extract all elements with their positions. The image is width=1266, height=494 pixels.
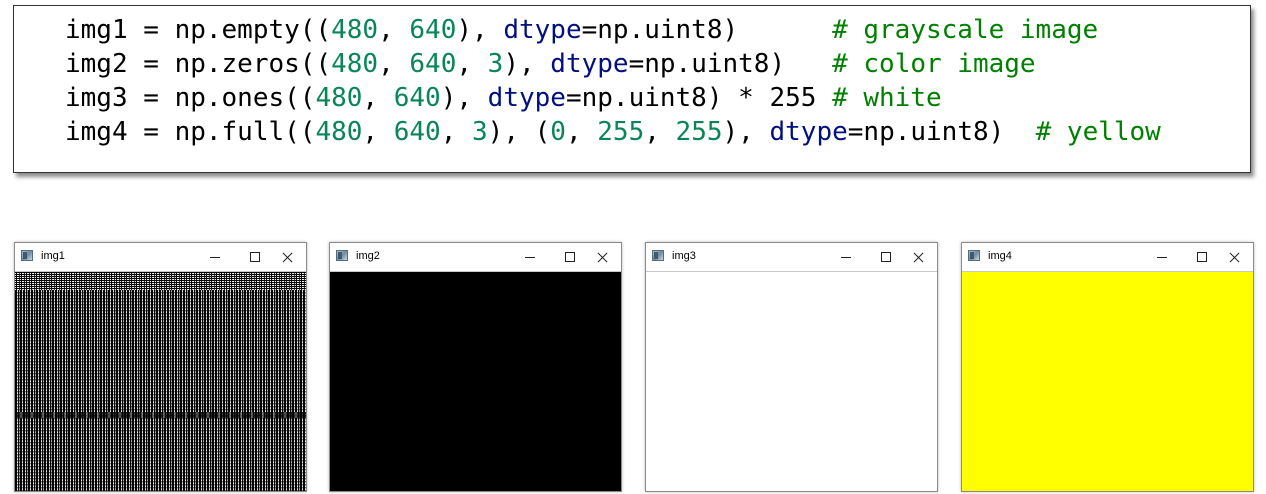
maximize-button[interactable] <box>555 245 585 269</box>
code-token: ), <box>503 49 551 79</box>
code-number: 480 <box>315 83 363 113</box>
code-token: , <box>644 117 676 147</box>
code-comment: # color image <box>832 49 1036 79</box>
window-title: img2 <box>356 250 380 262</box>
code-number: 640 <box>393 117 441 147</box>
code-keyword: dtype <box>550 49 629 79</box>
code-number: 255 <box>675 117 723 147</box>
code-comment: # yellow <box>1035 117 1161 147</box>
code-number: 480 <box>331 15 379 45</box>
maximize-icon <box>565 252 575 262</box>
minimize-icon <box>1157 256 1167 258</box>
code-line: img1 = np.empty((480, 640), dtype=np.uin… <box>65 13 1161 47</box>
noise-top-band <box>15 272 306 290</box>
image-canvas <box>15 271 306 491</box>
window-title: img4 <box>988 250 1012 262</box>
code-block: img1 = np.empty((480, 640), dtype=np.uin… <box>65 13 1161 149</box>
opencv-window-icon <box>968 250 980 261</box>
code-line: img3 = np.ones((480, 640), dtype=np.uint… <box>65 81 1161 115</box>
maximize-icon <box>1197 252 1207 262</box>
minimize-icon <box>210 256 220 258</box>
code-number: 3 <box>472 117 488 147</box>
window-titlebar[interactable]: img1 <box>15 243 306 271</box>
minimize-button[interactable] <box>831 245 861 269</box>
code-token: , <box>362 83 394 113</box>
minimize-button[interactable] <box>515 245 545 269</box>
opencv-window-icon <box>21 250 33 261</box>
window-titlebar[interactable]: img4 <box>962 243 1253 271</box>
window-img4[interactable]: img4 <box>961 242 1254 492</box>
opencv-window-icon <box>652 250 664 261</box>
code-token: , <box>440 117 473 147</box>
image-canvas <box>962 271 1253 491</box>
window-img3[interactable]: img3 <box>645 242 938 492</box>
noise-mid-band <box>15 412 306 418</box>
code-keyword: dtype <box>769 117 848 147</box>
code-number: 0 <box>550 117 566 147</box>
code-token: =np.uint8) * 255 <box>565 83 833 113</box>
close-icon <box>282 252 293 263</box>
code-token: ), ( <box>487 117 551 147</box>
code-token: img4 = np.full(( <box>65 117 316 147</box>
code-number: 480 <box>331 49 379 79</box>
window-title: img3 <box>672 250 696 262</box>
code-token: img2 = np.zeros(( <box>65 49 332 79</box>
code-number: 255 <box>597 117 645 147</box>
close-icon <box>913 252 924 263</box>
code-comment: # grayscale image <box>832 15 1099 45</box>
code-number: 3 <box>487 49 504 79</box>
close-icon <box>597 252 608 263</box>
code-keyword: dtype <box>503 15 582 45</box>
window-title: img1 <box>41 250 65 262</box>
code-panel: img1 = np.empty((480, 640), dtype=np.uin… <box>13 5 1251 173</box>
code-token: ), <box>440 83 488 113</box>
maximize-button[interactable] <box>1187 245 1217 269</box>
code-line: img4 = np.full((480, 640, 3), (0, 255, 2… <box>65 115 1161 149</box>
window-img2[interactable]: img2 <box>329 242 622 492</box>
image-canvas <box>646 271 937 491</box>
code-token: , <box>378 15 410 45</box>
code-token: ), <box>456 15 504 45</box>
minimize-icon <box>525 256 535 258</box>
screenshot-stage: img1 = np.empty((480, 640), dtype=np.uin… <box>0 0 1266 494</box>
code-number: 640 <box>409 15 457 45</box>
code-number: 640 <box>409 49 457 79</box>
close-button[interactable] <box>903 245 933 269</box>
code-token: , <box>378 49 410 79</box>
opencv-window-icon <box>336 250 348 261</box>
code-keyword: dtype <box>487 83 566 113</box>
maximize-icon <box>250 252 260 262</box>
maximize-icon <box>881 252 891 262</box>
window-titlebar[interactable]: img3 <box>646 243 937 271</box>
close-icon <box>1229 252 1240 263</box>
window-img1[interactable]: img1 <box>14 242 307 492</box>
code-token: img1 = np.empty(( <box>65 15 332 45</box>
minimize-icon <box>841 256 851 258</box>
code-comment: # white <box>832 83 942 113</box>
close-button[interactable] <box>1219 245 1249 269</box>
close-button[interactable] <box>272 245 302 269</box>
close-button[interactable] <box>587 245 617 269</box>
code-token: , <box>362 117 394 147</box>
minimize-button[interactable] <box>1147 245 1177 269</box>
code-token: =np.uint8) <box>628 49 833 79</box>
code-line: img2 = np.zeros((480, 640, 3), dtype=np.… <box>65 47 1161 81</box>
code-token: ), <box>722 117 770 147</box>
code-token: , <box>456 49 488 79</box>
code-token: =np.uint8) <box>581 15 833 45</box>
image-canvas <box>330 271 621 491</box>
maximize-button[interactable] <box>871 245 901 269</box>
noise-image <box>15 272 306 491</box>
window-titlebar[interactable]: img2 <box>330 243 621 271</box>
maximize-button[interactable] <box>240 245 270 269</box>
code-token: img3 = np.ones(( <box>65 83 316 113</box>
minimize-button[interactable] <box>200 245 230 269</box>
code-token: =np.uint8) <box>847 117 1036 147</box>
code-number: 480 <box>315 117 363 147</box>
code-token: , <box>565 117 598 147</box>
code-number: 640 <box>393 83 441 113</box>
